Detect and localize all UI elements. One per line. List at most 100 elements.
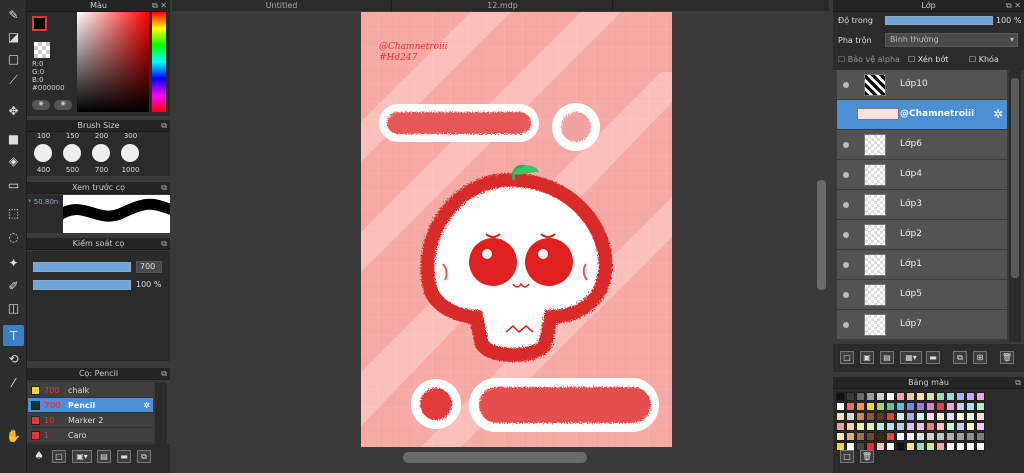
palette-swatch[interactable] — [886, 432, 895, 441]
visibility-eye-icon[interactable] — [843, 172, 849, 178]
magic-wand-icon[interactable]: ✦ — [3, 252, 24, 273]
brush-item[interactable]: 700 Pencil ✲ — [28, 398, 153, 413]
palette-scrollbar[interactable] — [1011, 391, 1021, 443]
brush-shape-icon[interactable]: ♠ — [32, 450, 46, 463]
add-layer-menu-icon[interactable]: ▦▾ — [900, 351, 922, 364]
palette-swatch[interactable] — [926, 412, 935, 421]
select-rect-icon[interactable]: ⬚ — [3, 202, 24, 223]
dropper-icon[interactable]: ⁄ — [3, 372, 24, 393]
duplicate-brush-icon[interactable]: ⧉ — [137, 450, 151, 463]
palette-swatch[interactable] — [836, 432, 845, 441]
hue-slider[interactable] — [152, 12, 166, 112]
layer-row[interactable]: Lớp7 — [837, 310, 1007, 340]
panel-expand-icon[interactable]: ⧉ ✕ — [1006, 0, 1021, 12]
palette-swatch[interactable] — [936, 432, 945, 441]
palette-swatch[interactable] — [966, 422, 975, 431]
brush-folder-icon[interactable]: ▬ — [117, 450, 131, 463]
palette-swatch[interactable] — [876, 442, 885, 451]
eraser-icon[interactable]: ◪ — [3, 26, 24, 47]
palette-swatch[interactable] — [946, 442, 955, 451]
brush-item[interactable]: 10 Marker 2 — [28, 413, 153, 428]
brush-item[interactable]: 700 chalk — [28, 383, 153, 398]
palette-swatch[interactable] — [946, 422, 955, 431]
palette-swatch[interactable] — [966, 412, 975, 421]
visibility-eye-icon[interactable] — [843, 292, 849, 298]
new-swatch-icon[interactable]: □ — [840, 450, 854, 463]
palette-swatch[interactable] — [886, 412, 895, 421]
palette-swatch[interactable] — [886, 392, 895, 401]
palette-swatch[interactable] — [906, 402, 915, 411]
add-brush-icon[interactable]: ▣▾ — [72, 450, 92, 463]
palette-swatch[interactable] — [976, 432, 985, 441]
palette-swatch[interactable] — [976, 392, 985, 401]
gear-icon[interactable]: ✲ — [993, 107, 1003, 121]
palette-swatch[interactable] — [906, 432, 915, 441]
layer-row[interactable]: Lớp10 — [837, 70, 1007, 100]
rectangle-icon[interactable]: □ — [3, 48, 24, 69]
palette-swatch[interactable] — [866, 412, 875, 421]
palette-swatch[interactable] — [976, 402, 985, 411]
tab-12-mdp[interactable]: 12.mdp — [393, 0, 613, 11]
layer-row[interactable]: Lớp6 — [837, 130, 1007, 160]
visibility-eye-icon[interactable] — [843, 322, 849, 328]
palette-swatch[interactable] — [936, 442, 945, 451]
panel-expand-icon[interactable]: ⧉ — [1015, 377, 1021, 389]
hand-icon[interactable]: ✋ — [3, 425, 24, 446]
palette-swatch[interactable] — [876, 412, 885, 421]
foreground-color-swatch[interactable] — [32, 16, 47, 31]
palette-swatch[interactable] — [926, 432, 935, 441]
new-brush-icon[interactable]: □ — [52, 450, 66, 463]
palette-swatch[interactable] — [876, 402, 885, 411]
palette-swatch[interactable] — [846, 402, 855, 411]
layer-row[interactable]: Lớp2 — [837, 220, 1007, 250]
palette-swatch[interactable] — [886, 442, 895, 451]
brush-size-slider[interactable] — [33, 262, 131, 272]
palette-swatch[interactable] — [896, 422, 905, 431]
palette-swatch[interactable] — [916, 392, 925, 401]
palette-swatch[interactable] — [906, 422, 915, 431]
brush-size-value[interactable]: 700 — [136, 261, 162, 273]
canvas-vertical-scrollbar[interactable] — [817, 180, 826, 290]
palette-swatch[interactable] — [846, 432, 855, 441]
layer-list-scrollbar[interactable] — [1009, 70, 1021, 342]
panel-expand-icon[interactable]: ⧉ — [161, 238, 167, 250]
palette-swatch[interactable] — [936, 412, 945, 421]
gear-icon[interactable]: ✲ — [143, 398, 150, 413]
palette-swatch[interactable] — [856, 412, 865, 421]
palette-swatch[interactable] — [916, 442, 925, 451]
bucket-icon[interactable]: ◈ — [3, 150, 24, 171]
layer-opacity-slider[interactable] — [885, 16, 993, 25]
layer-row[interactable]: Lớp3 — [837, 190, 1007, 220]
brush-item[interactable]: 1 Caro — [28, 428, 153, 443]
palette-swatch[interactable] — [916, 402, 925, 411]
new-layer-icon[interactable]: □ — [840, 351, 854, 364]
palette-swatch[interactable] — [966, 402, 975, 411]
new-halftone-layer-icon[interactable]: ▤ — [880, 351, 894, 364]
palette-swatch[interactable] — [866, 392, 875, 401]
panel-expand-icon[interactable]: ⧉ — [161, 182, 167, 194]
delete-layer-icon[interactable]: 🗑 — [1000, 351, 1014, 364]
brush-opacity-slider[interactable] — [33, 280, 131, 290]
duplicate-layer-icon[interactable]: ⧉ — [953, 351, 967, 364]
visibility-eye-icon[interactable] — [843, 82, 849, 88]
palette-swatch[interactable] — [946, 412, 955, 421]
palette-swatch[interactable] — [836, 422, 845, 431]
palette-swatch[interactable] — [896, 402, 905, 411]
fill-rect-icon[interactable]: ■ — [3, 128, 24, 149]
palette-swatch[interactable] — [876, 432, 885, 441]
blend-mode-select[interactable]: Bình thường ▾ — [885, 33, 1018, 47]
brush-size-preset[interactable] — [92, 144, 110, 162]
palette-swatch[interactable] — [886, 422, 895, 431]
palette-swatch[interactable] — [916, 432, 925, 441]
palette-swatch[interactable] — [866, 432, 875, 441]
palette-swatch[interactable] — [906, 442, 915, 451]
palette-swatch[interactable] — [876, 392, 885, 401]
palette-swatch[interactable] — [846, 422, 855, 431]
divide-icon[interactable]: ⟲ — [3, 348, 24, 369]
protect-alpha-checkbox[interactable]: ☐ Bảo vệ alpha — [838, 55, 900, 64]
palette-swatch[interactable] — [856, 392, 865, 401]
palette-swatch[interactable] — [966, 392, 975, 401]
palette-swatch[interactable] — [956, 412, 965, 421]
palette-swatch[interactable] — [956, 432, 965, 441]
palette-swatch[interactable] — [916, 422, 925, 431]
